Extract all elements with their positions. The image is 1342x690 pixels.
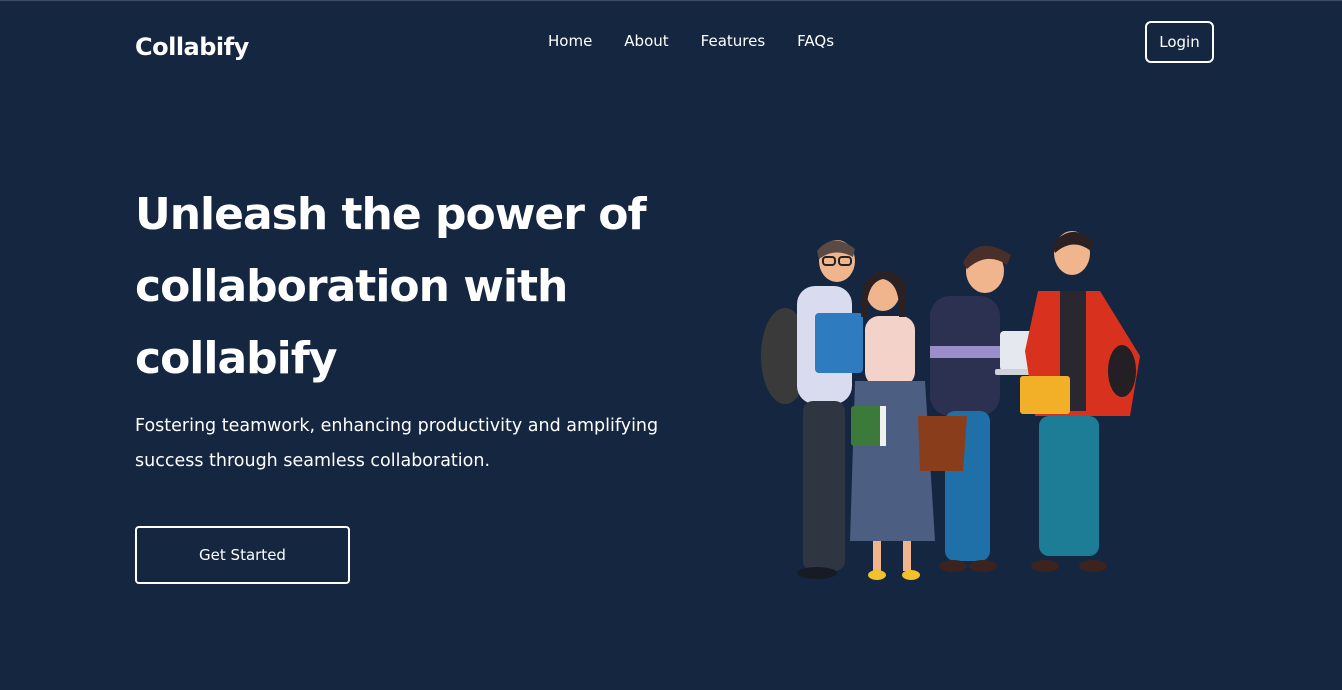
students-illustration bbox=[761, 231, 1140, 580]
person-red-jacket bbox=[1020, 231, 1140, 572]
hero-subtitle: Fostering teamwork, enhancing productivi… bbox=[135, 416, 659, 471]
hero-title: Unleash the power of collaboration with … bbox=[135, 189, 647, 384]
nav-about[interactable]: About bbox=[624, 31, 668, 51]
nav-home[interactable]: Home bbox=[548, 31, 592, 51]
person-with-backpack bbox=[761, 240, 863, 579]
login-button[interactable]: Login bbox=[1145, 21, 1214, 63]
nav-features[interactable]: Features bbox=[701, 31, 766, 51]
nav-faqs[interactable]: FAQs bbox=[797, 31, 834, 51]
get-started-button[interactable]: Get Started bbox=[135, 526, 350, 584]
brand-logo[interactable]: Collabify bbox=[135, 33, 249, 61]
landing-page: Collabify Home About Features FAQs Login… bbox=[0, 0, 1342, 690]
main-nav: Home About Features FAQs bbox=[548, 31, 866, 51]
